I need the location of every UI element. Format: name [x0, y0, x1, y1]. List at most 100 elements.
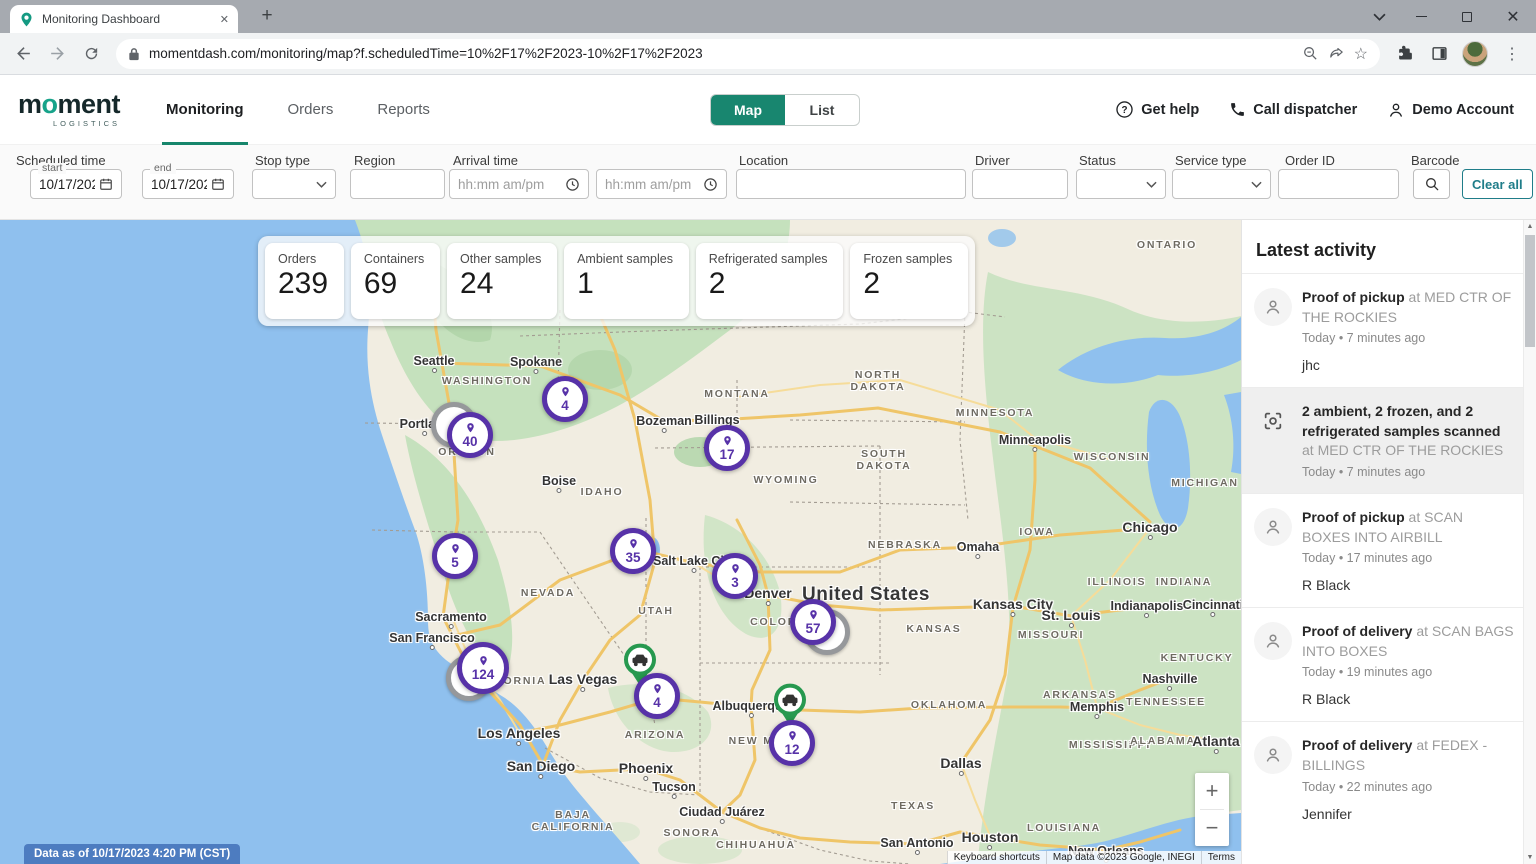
activity-title-line: 2 ambient, 2 frozen, and 2 refrigerated … [1302, 402, 1514, 461]
browser-tab[interactable]: Monitoring Dashboard ✕ [10, 5, 238, 33]
region-field[interactable] [359, 177, 436, 192]
driver-field[interactable] [981, 177, 1059, 192]
help-icon: ? [1115, 100, 1134, 119]
zoom-indicator-icon[interactable] [1302, 45, 1319, 62]
nav-item-monitoring[interactable]: Monitoring [162, 75, 247, 145]
location-input[interactable] [736, 169, 966, 199]
stop-type-label: Stop type [255, 153, 310, 168]
scrollbar-thumb[interactable] [1525, 235, 1535, 347]
arrival-to-input[interactable] [596, 169, 727, 199]
address-bar[interactable]: momentdash.com/monitoring/map?f.schedule… [116, 39, 1380, 69]
extensions-puzzle-icon[interactable] [1390, 39, 1420, 69]
barcode-search-button[interactable] [1413, 169, 1450, 199]
share-icon[interactable] [1328, 45, 1345, 62]
calendar-icon[interactable] [211, 177, 225, 191]
stat-card: Ambient samples1 [564, 243, 689, 319]
status-select[interactable] [1076, 169, 1166, 199]
activity-item[interactable]: 2 ambient, 2 frozen, and 2 refrigerated … [1242, 387, 1536, 493]
app-header: moment LOGISTICS Monitoring Orders Repor… [0, 75, 1536, 145]
chevron-down-icon [1146, 181, 1157, 188]
activity-item[interactable]: Proof of pickup at MED CTR OF THE ROCKIE… [1242, 273, 1536, 387]
activity-scrollbar[interactable]: ▲ ▼ [1523, 220, 1536, 864]
cluster-marker[interactable]: 17 [704, 425, 750, 471]
cluster-count: 3 [731, 576, 739, 590]
cluster-marker[interactable]: 3 [712, 553, 758, 599]
activity-item[interactable]: Proof of delivery at FEDEX - BILLINGSTod… [1242, 721, 1536, 835]
scroll-up-icon[interactable]: ▲ [1524, 223, 1536, 230]
phone-icon [1229, 101, 1246, 118]
content: WASHINGTONMONTANANORTH DAKOTAONTARIOMINN… [0, 220, 1536, 864]
region-input[interactable] [350, 169, 445, 199]
window-maximize-button[interactable] [1444, 0, 1490, 33]
arrival-from-field[interactable] [458, 177, 561, 192]
url-text[interactable]: momentdash.com/monitoring/map?f.schedule… [149, 46, 1293, 61]
tab-search-chevron-icon[interactable] [1373, 0, 1386, 33]
arrival-from-input[interactable] [449, 169, 589, 199]
activity-body: Proof of pickup at SCAN BOXES INTO AIRBI… [1302, 508, 1514, 593]
account-menu[interactable]: Demo Account [1387, 101, 1514, 119]
stop-type-select[interactable] [252, 169, 336, 199]
activity-item[interactable]: Proof of delivery at SCAN BAGS INTO BOXE… [1242, 607, 1536, 721]
scroll-down-icon[interactable]: ▼ [1524, 854, 1536, 861]
cluster-marker[interactable]: 40 [447, 412, 493, 458]
map-canvas[interactable]: WASHINGTONMONTANANORTH DAKOTAONTARIOMINN… [0, 220, 1241, 864]
moment-logo[interactable]: moment LOGISTICS [18, 91, 120, 128]
bookmark-star-icon[interactable]: ☆ [1354, 44, 1368, 64]
cluster-marker[interactable]: 12 [769, 720, 815, 766]
terms-link[interactable]: Terms [1201, 851, 1241, 864]
stat-value: 239 [278, 269, 331, 299]
calendar-icon[interactable] [99, 177, 113, 191]
side-panel-icon[interactable] [1424, 39, 1454, 69]
call-dispatcher-button[interactable]: Call dispatcher [1229, 101, 1357, 118]
driver-input[interactable] [972, 169, 1068, 199]
cluster-count: 4 [653, 696, 661, 710]
cluster-marker[interactable]: 4 [634, 673, 680, 719]
start-date-field[interactable] [39, 177, 95, 192]
browser-menu-icon[interactable]: ⋮ [1496, 44, 1528, 64]
location-field[interactable] [745, 177, 957, 192]
cluster-marker[interactable]: 57 [790, 599, 836, 645]
toggle-list-button[interactable]: List [785, 95, 859, 125]
window-close-button[interactable]: ✕ [1490, 0, 1536, 33]
get-help-button[interactable]: ? Get help [1115, 100, 1199, 119]
zoom-in-button[interactable]: + [1195, 773, 1229, 809]
activity-item[interactable]: Proof of pickup at SCAN BOXES INTO AIRBI… [1242, 493, 1536, 607]
window-minimize-button[interactable] [1398, 0, 1444, 33]
reload-button[interactable] [76, 39, 106, 69]
scheduled-end-input[interactable]: end [142, 169, 234, 199]
clock-icon[interactable] [703, 177, 718, 192]
browser-profile-avatar[interactable] [1462, 41, 1488, 67]
order-id-input[interactable] [1278, 169, 1399, 199]
toggle-map-button[interactable]: Map [711, 95, 785, 125]
back-button[interactable] [8, 39, 38, 69]
map-attribution: Keyboard shortcuts Map data ©2023 Google… [947, 851, 1241, 864]
clock-icon[interactable] [565, 177, 580, 192]
cluster-count: 35 [625, 551, 640, 565]
zoom-out-button[interactable]: − [1195, 810, 1229, 846]
order-id-field[interactable] [1287, 177, 1390, 192]
nav-item-orders[interactable]: Orders [284, 75, 338, 145]
scheduled-start-input[interactable]: start [30, 169, 122, 199]
cluster-marker[interactable]: 124 [457, 642, 509, 694]
arrival-to-field[interactable] [605, 177, 699, 192]
tab-close-icon[interactable]: ✕ [220, 13, 229, 26]
clear-all-button[interactable]: Clear all [1462, 169, 1533, 199]
new-tab-button[interactable]: + [254, 3, 280, 29]
keyboard-shortcuts-link[interactable]: Keyboard shortcuts [947, 851, 1046, 864]
svg-text:?: ? [1122, 105, 1128, 116]
cluster-marker[interactable]: 35 [610, 528, 656, 574]
activity-timestamp: Today • 19 minutes ago [1302, 665, 1514, 679]
activity-title-line: Proof of pickup at MED CTR OF THE ROCKIE… [1302, 288, 1514, 327]
service-type-select[interactable] [1172, 169, 1271, 199]
data-freshness-badge: Data as of 10/17/2023 4:20 PM (CST) [24, 844, 240, 864]
status-label: Status [1079, 153, 1116, 168]
cluster-count: 57 [805, 622, 820, 636]
browser-titlebar: Monitoring Dashboard ✕ + ✕ [0, 0, 1536, 33]
end-date-field[interactable] [151, 177, 207, 192]
cluster-marker[interactable]: 5 [432, 533, 478, 579]
search-icon [1424, 176, 1440, 192]
driver-label: Driver [975, 153, 1010, 168]
nav-item-reports[interactable]: Reports [373, 75, 434, 145]
cluster-marker[interactable]: 4 [542, 376, 588, 422]
forward-button[interactable] [42, 39, 72, 69]
